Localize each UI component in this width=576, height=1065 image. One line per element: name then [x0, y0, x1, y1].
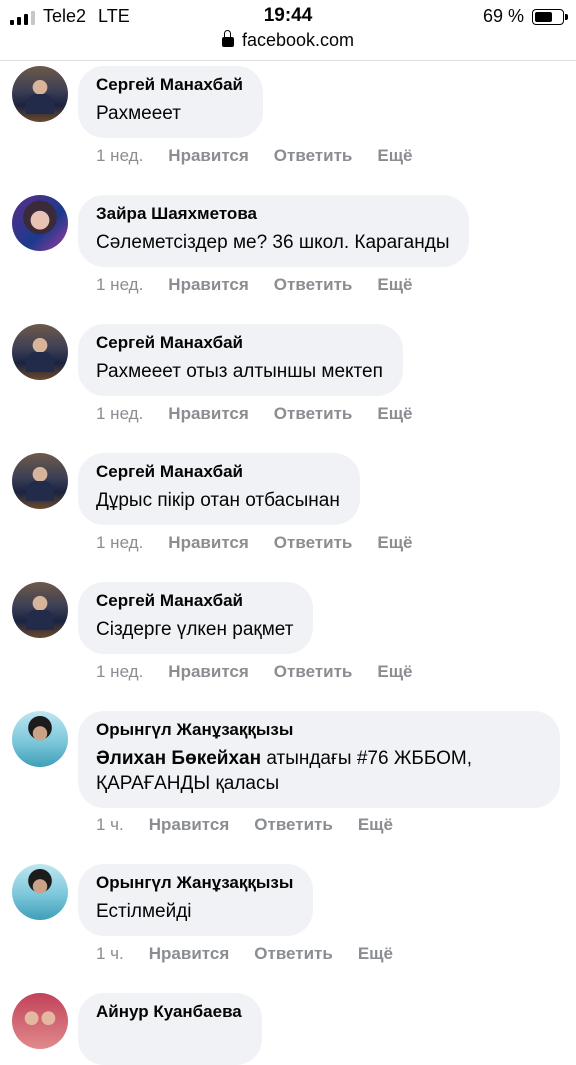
url-domain: facebook.com	[241, 30, 355, 50]
reply-button[interactable]: Ответить	[274, 662, 353, 682]
reply-button[interactable]: Ответить	[274, 146, 353, 166]
like-button[interactable]: Нравится	[168, 275, 249, 295]
comment-actions: 1 ч. Нравится Ответить Ещё	[96, 815, 393, 835]
comment-time[interactable]: 1 нед.	[96, 662, 143, 682]
comment-text: Рахмееет отыз алтыншы мектеп	[96, 361, 383, 382]
comment-bubble[interactable]: Зайра Шаяхметова Сәлеметсіздер ме? 36 шк…	[78, 195, 470, 267]
avatar[interactable]	[12, 324, 68, 380]
comment-text: Естілмейді	[96, 901, 192, 922]
like-button[interactable]: Нравится	[168, 533, 249, 553]
like-button[interactable]: Нравится	[149, 815, 230, 835]
comment-text: Сәлеметсіздер ме? 36 школ. Караганды	[96, 232, 450, 253]
more-button[interactable]: Ещё	[358, 944, 393, 964]
avatar[interactable]	[12, 864, 68, 920]
avatar[interactable]	[12, 195, 68, 251]
comment-author[interactable]: Айнур Куанбаева	[96, 1002, 242, 1022]
like-button[interactable]: Нравится	[168, 404, 249, 424]
battery-percent: 69 %	[482, 6, 524, 26]
comment-time[interactable]: 1 ч.	[96, 944, 124, 964]
url-bar-divider	[0, 60, 576, 61]
reply-button[interactable]: Ответить	[274, 404, 353, 424]
like-button[interactable]: Нравится	[168, 662, 249, 682]
comment-bubble[interactable]: Сергей Манахбай Рахмееет отыз алтыншы ме…	[78, 324, 403, 396]
lock-icon	[221, 30, 234, 47]
reply-button[interactable]: Ответить	[274, 533, 353, 553]
avatar[interactable]	[12, 453, 68, 509]
avatar[interactable]	[12, 582, 68, 638]
comment-bubble[interactable]: Орынгүл Жанұзаққызы Естілмейді	[78, 864, 314, 936]
comment-time[interactable]: 1 нед.	[96, 404, 143, 424]
comment-actions: 1 нед. Нравится Ответить Ещё	[96, 275, 413, 295]
avatar[interactable]	[12, 711, 68, 767]
more-button[interactable]: Ещё	[377, 533, 412, 553]
avatar[interactable]	[12, 993, 68, 1049]
comment-actions: 1 ч. Нравится Ответить Ещё	[96, 944, 393, 964]
like-button[interactable]: Нравится	[149, 944, 230, 964]
comment-author[interactable]: Сергей Манахбай	[96, 462, 340, 482]
comment-time[interactable]: 1 нед.	[96, 275, 143, 295]
battery-info: 69 %	[482, 6, 568, 27]
comment-author[interactable]: Орынгүл Жанұзаққызы	[96, 873, 293, 893]
comment-actions: 1 нед. Нравится Ответить Ещё	[96, 533, 413, 553]
comment-time[interactable]: 1 нед.	[96, 533, 143, 553]
comment-bubble[interactable]: Сергей Манахбай Дұрыс пікір отан отбасын…	[78, 453, 360, 525]
status-bar: Tele2 LTE 19:44 69 %	[0, 0, 576, 32]
comment-author[interactable]: Сергей Манахбай	[96, 75, 243, 95]
like-button[interactable]: Нравится	[168, 146, 249, 166]
comment-actions: 1 нед. Нравится Ответить Ещё	[96, 146, 413, 166]
comment-bubble[interactable]: Сергей Манахбай Рахмееет	[78, 66, 264, 138]
comment-author[interactable]: Зайра Шаяхметова	[96, 204, 449, 224]
comment-author[interactable]: Орынгүл Жанұзаққызы	[96, 720, 540, 740]
comment-time[interactable]: 1 нед.	[96, 146, 143, 166]
mention-link[interactable]: Әлихан Бөкейхан	[96, 748, 261, 769]
comment-actions: 1 нед. Нравится Ответить Ещё	[96, 404, 413, 424]
comment-text: Дұрыс пікір отан отбасынан	[96, 490, 340, 511]
more-button[interactable]: Ещё	[377, 146, 412, 166]
more-button[interactable]: Ещё	[377, 662, 412, 682]
comment-bubble[interactable]: Айнур Куанбаева	[78, 993, 262, 1065]
comment-bubble[interactable]: Сергей Манахбай Сіздерге үлкен рақмет	[78, 582, 314, 654]
comment-actions: 1 нед. Нравится Ответить Ещё	[96, 662, 413, 682]
comment-text: Сіздерге үлкен рақмет	[96, 619, 294, 640]
reply-button[interactable]: Ответить	[254, 815, 333, 835]
battery-icon	[532, 8, 568, 25]
reply-button[interactable]: Ответить	[254, 944, 333, 964]
avatar[interactable]	[12, 66, 68, 122]
comment-author[interactable]: Сергей Манахбай	[96, 591, 293, 611]
more-button[interactable]: Ещё	[377, 404, 412, 424]
comment-text: Рахмееет	[96, 103, 181, 124]
comment-bubble[interactable]: Орынгүл Жанұзаққызы Әлихан Бөкейхан атын…	[78, 711, 560, 808]
comment-author[interactable]: Сергей Манахбай	[96, 333, 383, 353]
url-bar[interactable]: facebook.com	[0, 30, 576, 58]
comment-text: Әлихан Бөкейхан атындағы #76 ЖББОМ, ҚАРА…	[96, 746, 540, 796]
more-button[interactable]: Ещё	[377, 275, 412, 295]
comment-time[interactable]: 1 ч.	[96, 815, 124, 835]
more-button[interactable]: Ещё	[358, 815, 393, 835]
reply-button[interactable]: Ответить	[274, 275, 353, 295]
